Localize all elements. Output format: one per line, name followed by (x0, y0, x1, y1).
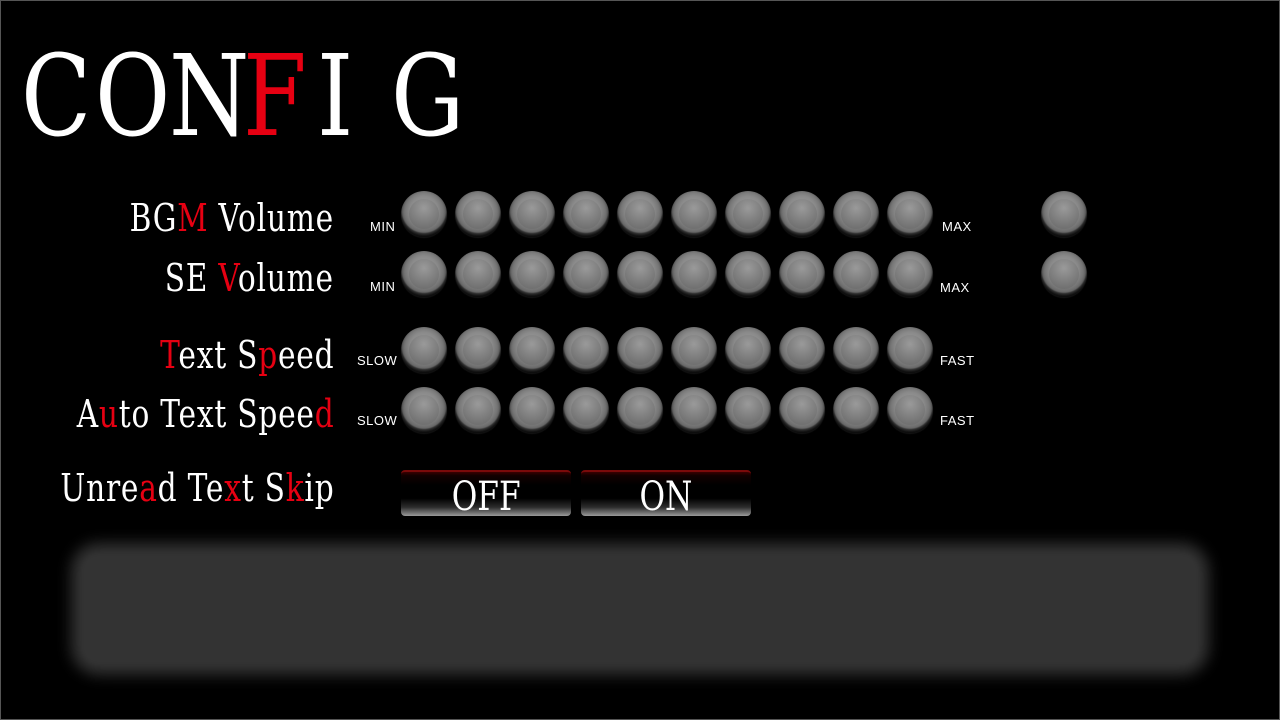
bgm-step-knob-1[interactable] (401, 191, 447, 237)
se-step-knob-6[interactable] (671, 251, 717, 297)
auto-step-knob-1[interactable] (401, 387, 447, 433)
auto-text-speed-slow-label: SLOW (357, 413, 398, 428)
title-letter: F (243, 32, 307, 162)
bgm-step-knob-5[interactable] (617, 191, 663, 237)
bgm-step-knob-2[interactable] (455, 191, 501, 237)
config-screen: C O N F I G BGM Volume MIN MAX SE Volume… (0, 0, 1280, 720)
title-letter: C (21, 32, 92, 162)
text-step-knob-6[interactable] (671, 327, 717, 373)
text-speed-fast-label: FAST (940, 353, 975, 368)
auto-text-speed-fast-label: FAST (940, 413, 975, 428)
text-step-knob-5[interactable] (617, 327, 663, 373)
auto-step-knob-4[interactable] (563, 387, 609, 433)
auto-step-knob-6[interactable] (671, 387, 717, 433)
bgm-step-knob-9[interactable] (833, 191, 879, 237)
auto-step-knob-3[interactable] (509, 387, 555, 433)
text-step-knob-4[interactable] (563, 327, 609, 373)
se-volume-label: SE Volume (164, 256, 334, 300)
auto-step-knob-8[interactable] (779, 387, 825, 433)
auto-step-knob-10[interactable] (887, 387, 933, 433)
auto-step-knob-9[interactable] (833, 387, 879, 433)
se-step-knob-3[interactable] (509, 251, 555, 297)
se-step-knob-8[interactable] (779, 251, 825, 297)
text-step-knob-10[interactable] (887, 327, 933, 373)
se-step-knob-10[interactable] (887, 251, 933, 297)
bgm-step-knob-6[interactable] (671, 191, 717, 237)
bgm-step-knob-8[interactable] (779, 191, 825, 237)
se-step-knob-5[interactable] (617, 251, 663, 297)
se-mute-button[interactable] (1041, 251, 1087, 297)
skip-off-button[interactable]: OFF (401, 470, 571, 520)
bgm-step-knob-4[interactable] (563, 191, 609, 237)
se-step-knob-1[interactable] (401, 251, 447, 297)
text-step-knob-1[interactable] (401, 327, 447, 373)
bgm-volume-label: BGM Volume (129, 196, 334, 240)
bgm-step-knob-7[interactable] (725, 191, 771, 237)
unread-text-skip-label: Unread Text Skip (59, 466, 334, 510)
auto-step-knob-5[interactable] (617, 387, 663, 433)
page-title: C O N F I G (21, 13, 465, 153)
auto-step-knob-2[interactable] (455, 387, 501, 433)
text-step-knob-8[interactable] (779, 327, 825, 373)
text-step-knob-9[interactable] (833, 327, 879, 373)
bgm-step-knob-10[interactable] (887, 191, 933, 237)
bgm-mute-button[interactable] (1041, 191, 1087, 237)
title-letter: I (317, 32, 354, 162)
skip-off-label: OFF (451, 474, 521, 520)
se-min-label: MIN (370, 279, 396, 294)
se-step-knob-2[interactable] (455, 251, 501, 297)
text-speed-slow-label: SLOW (357, 353, 398, 368)
message-preview-box (81, 553, 1199, 665)
text-step-knob-3[interactable] (509, 327, 555, 373)
auto-text-speed-label: Auto Text Speed (76, 392, 334, 436)
se-step-knob-9[interactable] (833, 251, 879, 297)
title-letter: G (391, 32, 465, 162)
skip-on-button[interactable]: ON (581, 470, 751, 520)
title-letter: N (169, 32, 250, 162)
se-step-knob-7[interactable] (725, 251, 771, 297)
bgm-step-knob-3[interactable] (509, 191, 555, 237)
title-letter: O (95, 32, 171, 162)
text-speed-label: Text Speed (159, 333, 334, 377)
bgm-min-label: MIN (370, 219, 396, 234)
bgm-max-label: MAX (942, 219, 972, 234)
se-step-knob-4[interactable] (563, 251, 609, 297)
text-step-knob-7[interactable] (725, 327, 771, 373)
se-max-label: MAX (940, 280, 970, 295)
skip-on-label: ON (639, 474, 693, 520)
auto-step-knob-7[interactable] (725, 387, 771, 433)
text-step-knob-2[interactable] (455, 327, 501, 373)
